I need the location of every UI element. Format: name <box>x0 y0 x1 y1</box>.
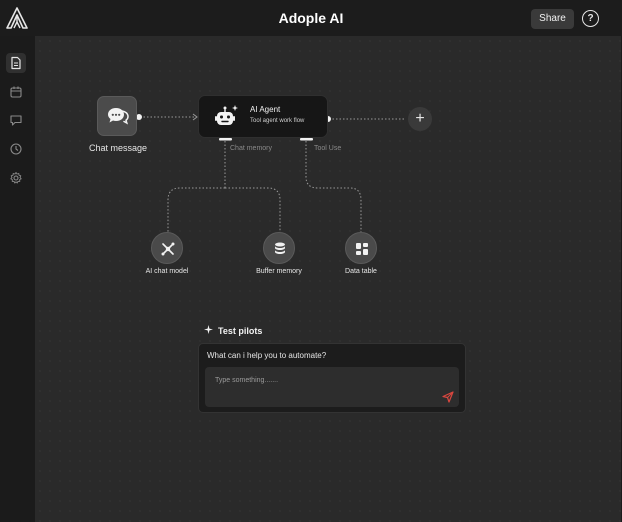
test-pilots-question: What can i help you to automate? <box>207 351 327 360</box>
ai-agent-title: AI Agent <box>250 105 281 114</box>
test-pilots-title: Test pilots <box>218 326 263 336</box>
wire-data-table <box>305 141 362 232</box>
ai-model-icon <box>161 242 175 256</box>
wire-ai-model <box>167 187 225 232</box>
wire-buffer-memory <box>225 187 281 232</box>
app-window: Adople AI Share ? Chat message AI Agent … <box>0 0 622 522</box>
chat-memory-port-label: Chat memory <box>230 145 273 152</box>
tool-port[interactable] <box>300 138 313 141</box>
chat-message-node[interactable] <box>97 96 137 136</box>
data-table-label: Data table <box>345 268 377 275</box>
sparkle-icon <box>204 325 214 336</box>
data-table-node[interactable] <box>345 232 377 264</box>
prompt-input-placeholder: Type something....... <box>215 377 279 384</box>
ai-chat-model-label: AI chat model <box>145 268 189 275</box>
memory-port[interactable] <box>219 138 232 141</box>
connection-wires <box>136 113 406 232</box>
tool-use-port-label: Tool Use <box>314 145 342 152</box>
chat-bubbles-icon <box>108 108 129 125</box>
database-icon <box>275 242 285 254</box>
grid-icon <box>356 243 368 255</box>
send-icon[interactable] <box>442 391 454 403</box>
prompt-input[interactable]: Type something....... <box>205 367 459 407</box>
add-node-button[interactable]: + <box>408 107 432 131</box>
ai-agent-subtitle: Tool agent work flow <box>250 118 305 124</box>
buffer-memory-node[interactable] <box>263 232 295 264</box>
chat-message-label: Chat message <box>88 143 148 153</box>
robot-icon <box>215 105 238 125</box>
test-pilots-panel: What can i help you to automate? Type so… <box>198 343 466 413</box>
ai-chat-model-node[interactable] <box>151 232 183 264</box>
ai-agent-node[interactable]: AI Agent Tool agent work flow <box>198 95 328 138</box>
test-pilots-header: Test pilots <box>204 325 262 336</box>
